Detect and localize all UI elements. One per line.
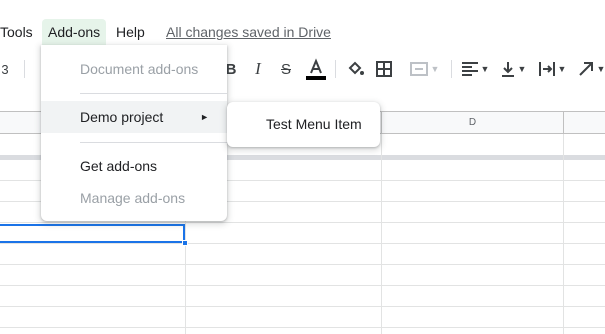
merge-cells-icon[interactable]: ▼ [404,58,444,80]
menu-item-manage-addons[interactable]: Manage add-ons [41,182,227,214]
column-header-d[interactable]: D [382,112,563,133]
menu-item-demo-project[interactable]: Demo project ► [41,101,227,133]
row-line [0,222,605,223]
menu-addons[interactable]: Add-ons [42,19,107,45]
menu-separator [80,93,227,94]
row-line [0,285,605,286]
borders-icon[interactable] [373,58,395,80]
italic-icon[interactable]: I [250,58,266,80]
column-divider [563,111,564,134]
row-line [0,264,605,265]
row-line [0,327,605,328]
font-size-value: 3 [1,61,9,77]
vertical-align-icon[interactable]: ▼ [497,58,529,80]
text-wrap-icon[interactable]: ▼ [536,58,568,80]
menu-help[interactable]: Help [110,19,151,45]
strikethrough-icon[interactable]: S [277,58,295,80]
submenu-arrow-icon: ► [200,112,209,122]
menu-bar: Tools Add-ons Help All changes saved in … [0,19,605,45]
toolbar-divider [451,60,452,78]
menu-item-test-menu-item[interactable]: Test Menu Item [227,108,380,140]
menu-tools[interactable]: Tools [0,19,39,45]
font-size-field[interactable]: 3 [0,58,12,80]
column-divider [381,111,382,134]
fill-handle[interactable] [182,240,188,246]
align-left-icon[interactable]: ▼ [459,58,491,80]
toolbar-divider [335,60,336,78]
menu-item-get-addons[interactable]: Get add-ons [41,150,227,182]
column-line [381,134,382,334]
text-color-icon[interactable] [305,58,327,80]
save-status-link[interactable]: All changes saved in Drive [166,19,331,45]
demo-project-submenu: Test Menu Item [227,102,380,147]
menu-item-demo-project-label: Demo project [80,109,164,125]
text-rotation-icon[interactable]: ▼ [575,58,605,80]
menu-item-document-addons[interactable]: Document add-ons [41,53,227,85]
fill-color-icon[interactable] [344,58,366,80]
menu-separator [80,142,227,143]
row-line [0,243,605,244]
addons-menu: Document add-ons Demo project ► Get add-… [41,45,227,221]
column-line [563,134,564,334]
selected-cell[interactable] [0,224,185,243]
row-line [0,306,605,307]
toolbar-divider [24,60,25,78]
